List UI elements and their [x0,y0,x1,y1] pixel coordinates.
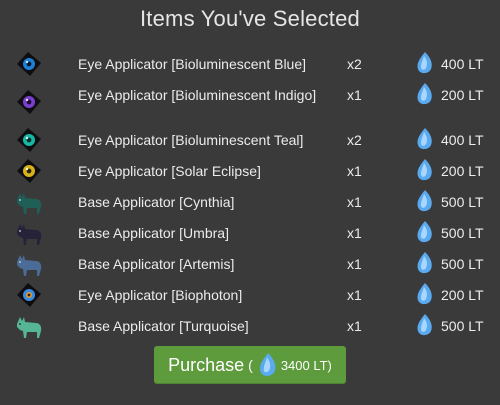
item-name: Base Applicator [Artemis] [78,256,235,272]
list-item: Eye Applicator [Bioluminescent Teal] x2 … [0,124,500,155]
item-quantity: x1 [347,194,362,210]
item-quantity: x1 [347,225,362,241]
item-price: 400 LT [441,56,484,72]
item-name: Eye Applicator [Biophoton] [78,287,243,303]
lunar-tear-gem-icon [417,252,432,274]
list-item: Eye Applicator [Bioluminescent Blue] x2 … [0,48,500,79]
list-item: Eye Applicator [Solar Eclipse] x1 200 LT [0,155,500,186]
item-name: Base Applicator [Cynthia] [78,194,235,210]
item-price: 500 LT [441,318,484,334]
wolf-base-icon [17,193,42,214]
item-price: 200 LT [441,163,484,179]
item-quantity: x2 [347,132,362,148]
lunar-tear-gem-icon [417,221,432,243]
eye-applicator-icon [17,128,41,152]
item-price: 200 LT [441,87,484,103]
purchase-button-label: Purchase [168,354,245,375]
lunar-tear-gem-icon [417,190,432,212]
purchase-button[interactable]: Purchase ( 3400 LT) [154,346,346,384]
eye-applicator-icon [17,283,41,307]
wolf-base-icon [17,317,42,338]
lunar-tear-gem-icon [417,83,432,105]
item-quantity: x1 [347,287,362,303]
item-name: Eye Applicator [Bioluminescent Teal] [78,132,304,148]
item-quantity: x2 [347,56,362,72]
purchase-total: 3400 LT) [280,357,332,373]
item-name: Base Applicator [Umbra] [78,225,229,241]
list-item: Base Applicator [Turquoise] x1 500 LT [0,310,500,341]
selected-items-list: Eye Applicator [Bioluminescent Blue] x2 … [0,48,500,341]
lunar-tear-gem-icon [259,353,276,376]
lunar-tear-gem-icon [417,159,432,181]
wolf-base-icon [17,224,42,245]
eye-applicator-icon [17,159,41,183]
page-title: Items You've Selected [140,6,360,31]
item-quantity: x1 [347,87,362,103]
list-item: Eye Applicator [Biophoton] x1 200 LT [0,279,500,310]
lunar-tear-gem-icon [417,283,432,305]
list-item: Eye Applicator [Bioluminescent Indigo] x… [0,79,500,124]
item-name: Eye Applicator [Bioluminescent Blue] [78,56,307,72]
list-item: Base Applicator [Cynthia] x1 500 LT [0,186,500,217]
eye-applicator-icon [17,52,41,76]
item-price: 500 LT [441,256,484,272]
lunar-tear-gem-icon [417,52,432,74]
item-price: 500 LT [441,194,484,210]
lunar-tear-gem-icon [417,128,432,150]
item-quantity: x1 [347,163,362,179]
list-item: Base Applicator [Artemis] x1 500 LT [0,248,500,279]
item-name: Base Applicator [Turquoise] [78,318,249,334]
list-item: Base Applicator [Umbra] x1 500 LT [0,217,500,248]
item-quantity: x1 [347,256,362,272]
lunar-tear-gem-icon [417,314,432,336]
wolf-base-icon [17,255,42,276]
purchase-open-paren: ( [248,357,253,373]
item-price: 200 LT [441,287,484,303]
item-name: Eye Applicator [Solar Eclipse] [78,163,261,179]
item-name: Eye Applicator [Bioluminescent Indigo] [78,87,317,103]
item-price: 500 LT [441,225,484,241]
eye-applicator-icon [17,90,41,114]
item-price: 400 LT [441,132,484,148]
item-quantity: x1 [347,318,362,334]
